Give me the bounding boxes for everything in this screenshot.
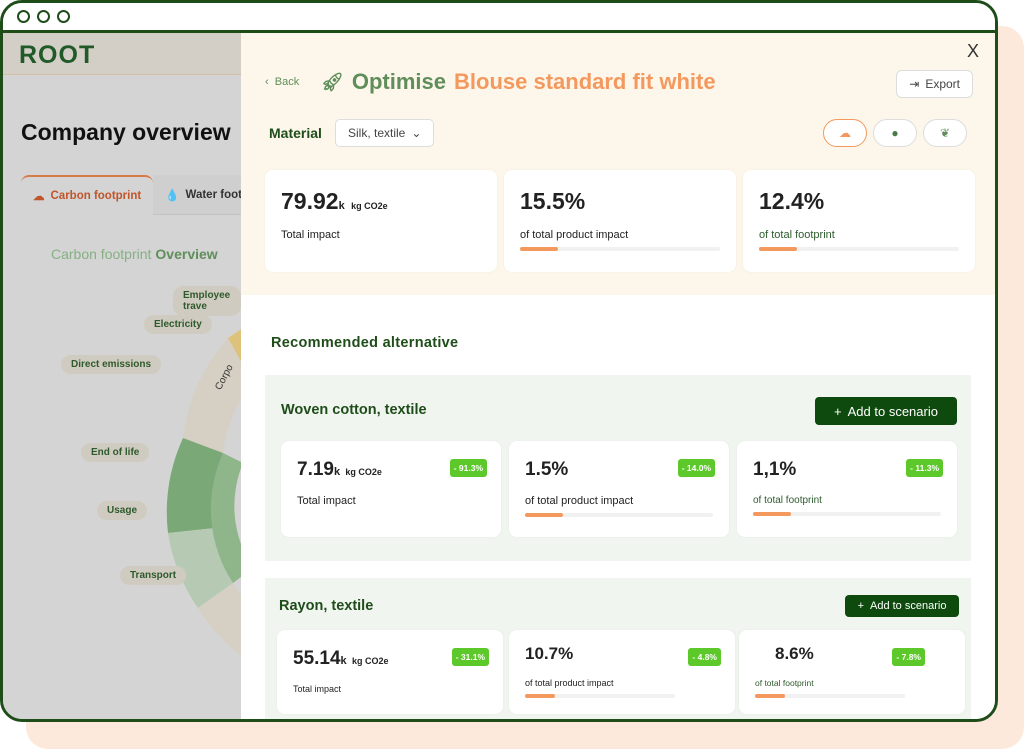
biodiversity-impact-toggle[interactable]: ❦ [923, 119, 967, 147]
progress-fill [755, 694, 785, 698]
label-end-of-life: End of life [81, 443, 150, 462]
add-to-scenario-button[interactable]: + Add to scenario [815, 397, 957, 425]
alternative-woven-cotton: Woven cotton, textile + Add to scenario 7… [265, 375, 971, 561]
alt-product-impact-card: 1.5% of total product impact - 14.0% [509, 441, 729, 537]
alt-footprint-card: 8.6% of total footprint - 7.8% [739, 630, 965, 714]
export-button[interactable]: ⇥ Export [896, 70, 973, 98]
label-transport: Transport [120, 566, 187, 585]
add-to-scenario-button[interactable]: + Add to scenario [845, 595, 959, 617]
label-electricity: Electricity [144, 315, 212, 334]
progress-fill [520, 247, 558, 251]
reduction-badge: - 14.0% [677, 459, 715, 477]
panel-title: 🚀︎ Optimise Blouse standard fit white [321, 69, 716, 94]
label-usage: Usage [97, 501, 148, 520]
reduction-badge: - 4.8% [688, 648, 721, 666]
recommended-heading: Recommended alternative [271, 335, 459, 351]
carbon-impact-toggle[interactable]: ☁ [823, 119, 867, 147]
progress-bar [753, 512, 941, 516]
water-impact-toggle[interactable]: ● [873, 119, 917, 147]
progress-bar [525, 513, 713, 517]
close-button[interactable]: X [967, 41, 979, 62]
reduction-badge: - 31.1% [451, 648, 489, 666]
material-label: Material [269, 125, 322, 141]
progress-bar [520, 247, 720, 251]
title-bar [3, 3, 995, 33]
plus-icon: + [857, 600, 864, 612]
alt-total-impact-card: 7.19k kg CO2e Total impact - 91.3% [281, 441, 501, 537]
reduction-badge: - 91.3% [449, 459, 487, 477]
window-control[interactable] [17, 10, 30, 23]
window-control[interactable] [37, 10, 50, 23]
chevron-left-icon: ‹ [265, 76, 269, 88]
reduction-badge: - 11.3% [906, 459, 943, 477]
window-control[interactable] [57, 10, 70, 23]
current-total-impact-card: 79.92k kg CO2e Total impact [265, 170, 497, 272]
optimise-panel: X ‹ Back 🚀︎ Optimise Blouse standard fit w… [241, 33, 995, 719]
cloud-icon: ☁ [839, 126, 851, 140]
material-select[interactable]: Silk, textile ⌄ [335, 119, 435, 147]
progress-fill [525, 513, 563, 517]
alt-footprint-card: 1,1% of total footprint - 11.3% [737, 441, 957, 537]
leaf-icon: ❦ [939, 126, 951, 140]
export-icon: ⇥ [909, 77, 920, 91]
label-direct-emissions: Direct emissions [61, 355, 162, 374]
reduction-badge: - 7.8% [892, 648, 925, 666]
alt-product-impact-card: 10.7% of total product impact - 4.8% [509, 630, 735, 714]
label-employee-travel: Employee trave [173, 286, 241, 316]
donut-chart [166, 329, 241, 656]
progress-fill [753, 512, 791, 516]
plus-icon: + [834, 403, 842, 419]
progress-fill [759, 247, 797, 251]
chevron-down-icon: ⌄ [411, 126, 422, 140]
progress-bar [755, 694, 905, 698]
back-button[interactable]: ‹ Back [265, 76, 299, 88]
app-window: ROOT Company overview ☁ Carbon footprint … [0, 0, 998, 722]
progress-fill [525, 694, 555, 698]
alternative-rayon: Rayon, textile + Add to scenario 55.14k k… [265, 578, 971, 719]
current-product-impact-card: 15.5% of total product impact [504, 170, 736, 272]
progress-bar [525, 694, 675, 698]
water-drop-icon: ● [891, 126, 899, 140]
alt-total-impact-card: 55.14k kg CO2e Total impact - 31.1% [277, 630, 503, 714]
current-footprint-card: 12.4% of total footprint [743, 170, 975, 272]
background-overview: ROOT Company overview ☁ Carbon footprint … [3, 33, 241, 719]
progress-bar [759, 247, 959, 251]
segment-direct-emissions [183, 338, 241, 453]
rocket-icon: 🚀︎ [321, 71, 344, 92]
